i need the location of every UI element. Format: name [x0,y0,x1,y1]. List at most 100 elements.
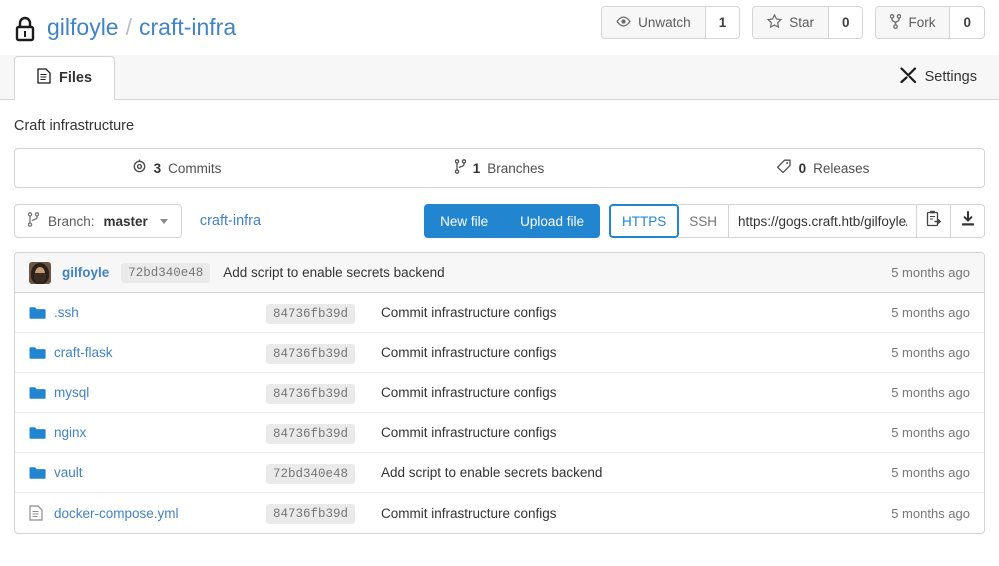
file-name-link[interactable]: craft-flask [54,345,266,360]
file-age: 5 months ago [891,385,970,400]
table-row[interactable]: docker-compose.yml 84736fb39d Commit inf… [15,493,984,533]
stat-branches-label: Branches [487,160,545,176]
path-breadcrumb[interactable]: craft-infra [200,213,261,229]
repo-name-link[interactable]: craft-infra [139,16,236,39]
file-action-buttons: New file Upload file [424,204,600,238]
stat-branches[interactable]: 1 Branches [338,149,661,187]
fork-count: 0 [949,7,984,38]
file-name-link[interactable]: nginx [54,425,266,440]
file-text-icon [37,68,51,88]
branch-icon [27,212,40,230]
unwatch-label: Unwatch [638,15,691,30]
tab-files-label: Files [59,70,93,86]
file-icon [29,505,46,521]
file-age: 5 months ago [891,465,970,480]
branch-icon [454,159,466,177]
file-commit-message: Commit infrastructure configs [381,305,557,320]
download-repo-button[interactable] [951,204,985,238]
stat-commits-label: Commits [168,160,222,176]
star-label: Star [789,15,814,30]
folder-icon [29,466,46,480]
star-button-group[interactable]: Star 0 [752,6,864,39]
stat-commits-count: 3 [153,160,162,176]
chevron-down-icon [159,218,168,224]
table-row[interactable]: .ssh 84736fb39d Commit infrastructure co… [15,293,984,333]
fork-icon [890,13,902,32]
stat-branches-count: 1 [472,160,481,176]
commit-author-link[interactable]: gilfoyle [62,265,109,280]
repo-actions: Unwatch 1 Star 0 Fork 0 [601,6,985,39]
tab-settings-label: Settings [924,69,977,85]
file-sha-link[interactable]: 84736fb39d [266,383,356,404]
file-name-link[interactable]: docker-compose.yml [54,506,266,521]
branch-prefix-label: Branch: [48,213,95,229]
folder-icon [29,306,46,320]
branch-name-label: master [103,213,148,229]
file-sha-link[interactable]: 84736fb39d [266,303,356,324]
stat-releases[interactable]: 0 Releases [661,149,984,187]
eye-icon [616,15,631,30]
table-row[interactable]: craft-flask 84736fb39d Commit infrastruc… [15,333,984,373]
tab-settings[interactable]: Settings [899,67,977,87]
table-row[interactable]: vault 72bd340e48 Add script to enable se… [15,453,984,493]
fork-label: Fork [908,15,936,30]
upload-file-button[interactable]: Upload file [504,204,600,238]
file-sha-link[interactable]: 84736fb39d [266,504,356,524]
table-row[interactable]: mysql 84736fb39d Commit infrastructure c… [15,373,984,413]
file-age: 5 months ago [891,425,970,440]
folder-icon [29,346,46,360]
stat-releases-label: Releases [813,160,870,176]
file-age: 5 months ago [891,345,970,360]
branch-selector[interactable]: Branch: master [14,204,182,238]
repo-toolbar: Branch: master craft-infra New file Uplo… [14,204,985,238]
download-icon [960,210,976,232]
clone-url-input[interactable] [729,204,917,238]
file-commit-message: Commit infrastructure configs [381,345,557,360]
lock-icon [14,16,36,42]
unwatch-button[interactable]: Unwatch [602,7,705,38]
tools-icon [899,67,917,87]
tag-icon [776,159,792,177]
copy-clone-url-button[interactable] [917,204,951,238]
table-row[interactable]: nginx 84736fb39d Commit infrastructure c… [15,413,984,453]
file-name-link[interactable]: .ssh [54,305,266,320]
stat-commits[interactable]: 3 Commits [15,149,338,187]
folder-icon [29,386,46,400]
protocol-https-button[interactable]: HTTPS [608,204,680,238]
file-commit-message: Commit infrastructure configs [381,505,557,521]
repo-breadcrumb: gilfoyle / craft-infra [14,15,236,41]
file-commit-message: Commit infrastructure configs [381,425,557,440]
breadcrumb-separator: / [125,14,132,40]
protocol-ssh-button[interactable]: SSH [678,204,729,238]
file-sha-link[interactable]: 72bd340e48 [266,463,356,484]
tab-files[interactable]: Files [14,56,116,100]
file-name-link[interactable]: vault [54,465,266,480]
repo-description: Craft infrastructure [14,118,135,134]
star-button[interactable]: Star [753,7,828,38]
file-commit-message: Add script to enable secrets backend [381,465,603,480]
folder-icon [29,426,46,440]
fork-button[interactable]: Fork [876,7,950,38]
clone-protocol-group: HTTPS SSH [608,204,729,238]
repo-stats-panel: 3 Commits 1 Branches 0 Releases [14,148,985,188]
new-file-button[interactable]: New file [424,204,505,238]
file-sha-link[interactable]: 84736fb39d [266,343,356,364]
clone-controls: New file Upload file HTTPS SSH [424,204,985,238]
commit-sha-link[interactable]: 72bd340e48 [121,262,211,283]
commit-message: Add script to enable secrets backend [223,265,445,280]
repo-owner-link[interactable]: gilfoyle [47,16,119,39]
star-count: 0 [827,7,863,38]
file-listing-table: gilfoyle 72bd340e48 Add script to enable… [14,252,985,534]
file-age: 5 months ago [891,305,970,320]
file-sha-link[interactable]: 84736fb39d [266,423,356,444]
file-name-link[interactable]: mysql [54,385,266,400]
fork-button-group[interactable]: Fork 0 [875,6,985,39]
file-commit-message: Commit infrastructure configs [381,385,557,400]
watch-button-group[interactable]: Unwatch 1 [601,6,741,39]
file-age: 5 months ago [891,505,970,521]
latest-commit-row: gilfoyle 72bd340e48 Add script to enable… [15,253,984,293]
watch-count: 1 [704,7,740,38]
repo-tabbar: Files Settings [0,55,999,100]
star-icon [767,13,783,31]
repo-header: gilfoyle / craft-infra Unwatch 1 Star 0 … [0,0,999,55]
